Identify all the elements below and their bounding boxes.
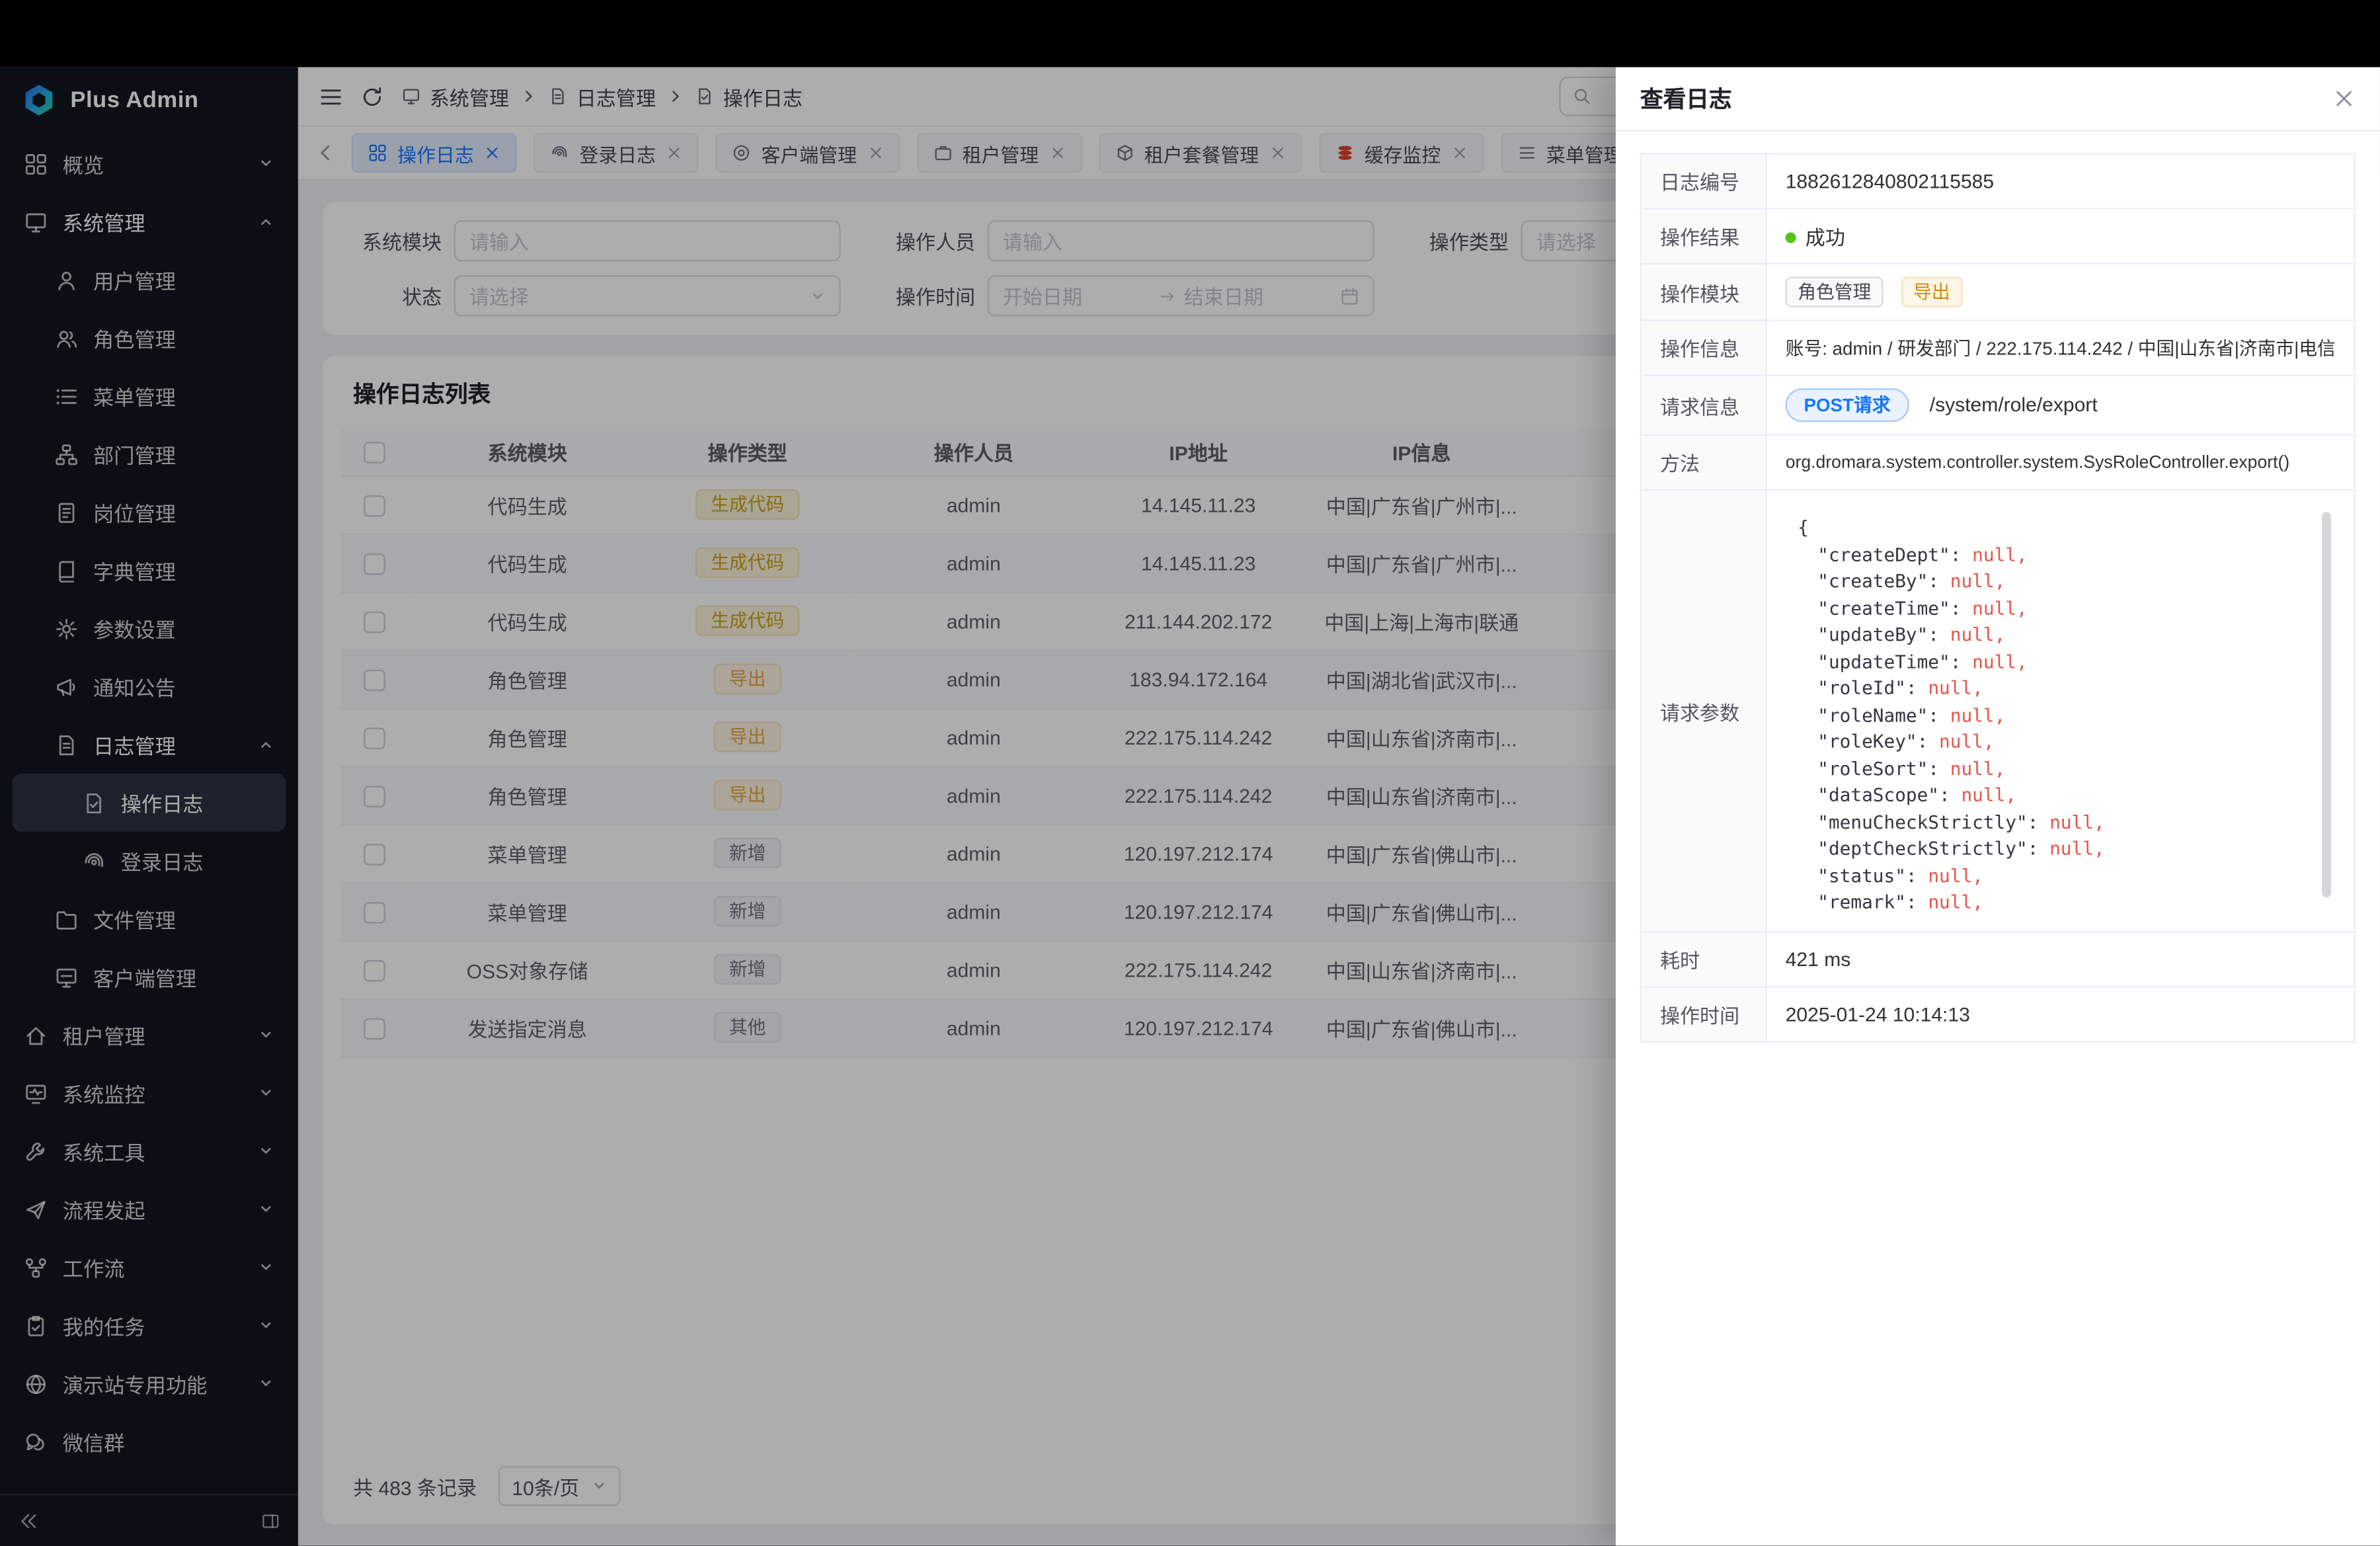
detail-row-info: 操作信息 账号: admin / 研发部门 / 222.175.114.242 … [1641,320,2355,375]
screen: Plus Admin 概览 系统管理 用户管理 [0,0,2380,1546]
detail-row-time: 操作时间 2025-01-24 10:14:13 [1641,987,2355,1041]
view-log-drawer: 查看日志 日志编号 1882612840802115585 操作结果 成功 [1616,67,2380,1546]
log-id-value: 1882612840802115585 [1766,153,2355,208]
scrollbar-thumb[interactable] [2322,512,2331,898]
operation-info-value: 账号: admin / 研发部门 / 222.175.114.242 / 中国|… [1766,320,2355,375]
drawer-title: 查看日志 [1640,83,1732,115]
result-value: 成功 [1805,226,1845,249]
drawer-header: 查看日志 [1616,67,2380,132]
drawer-body: 日志编号 1882612840802115585 操作结果 成功 操作模块 角色… [1616,132,2380,1546]
detail-row-method: 方法 org.dromara.system.controller.system.… [1641,435,2355,490]
request-params-json[interactable]: { "createDept": null, "createBy": null, … [1786,503,2336,919]
close-icon[interactable] [2332,87,2356,110]
module-tag: 角色管理 [1786,276,1884,307]
detail-row-request: 请求信息 POST请求 /system/role/export [1641,376,2355,435]
http-method-tag: POST请求 [1786,388,1909,422]
detail-row-duration: 耗时 421 ms [1641,932,2355,987]
duration-value: 421 ms [1766,932,2355,987]
detail-row-log-id: 日志编号 1882612840802115585 [1641,153,2355,208]
operation-time-value: 2025-01-24 10:14:13 [1766,987,2355,1041]
detail-row-params: 请求参数 { "createDept": null, "createBy": n… [1641,490,2355,932]
method-value: org.dromara.system.controller.system.Sys… [1766,435,2355,490]
detail-row-result: 操作结果 成功 [1641,209,2355,264]
log-detail-table: 日志编号 1882612840802115585 操作结果 成功 操作模块 角色… [1640,153,2356,1043]
operation-type-tag: 导出 [1901,276,1963,307]
success-dot [1786,232,1796,243]
detail-row-module: 操作模块 角色管理 导出 [1641,264,2355,321]
app-window: Plus Admin 概览 系统管理 用户管理 [0,67,2380,1546]
request-url: /system/role/export [1930,393,2098,416]
